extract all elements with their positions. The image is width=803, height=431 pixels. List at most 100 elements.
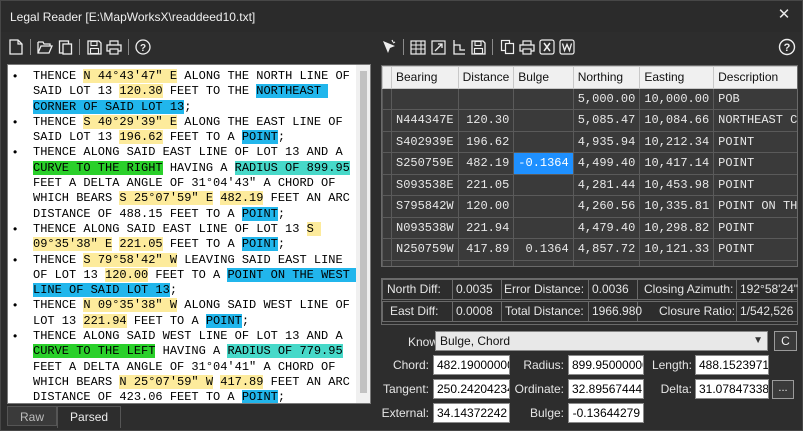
column-header[interactable]: Easting bbox=[639, 66, 715, 89]
help-icon[interactable]: ? bbox=[135, 39, 151, 55]
grid-cell[interactable] bbox=[513, 216, 574, 239]
grid-cell[interactable]: 4,479.40 bbox=[572, 216, 641, 239]
grid-cell[interactable]: 10,453.98 bbox=[639, 173, 715, 196]
grid-cell[interactable]: 4,281.44 bbox=[572, 173, 641, 196]
highlight-dist[interactable]: 221.94 bbox=[83, 313, 127, 328]
highlight-dist[interactable]: 120.30 bbox=[119, 84, 163, 99]
print-icon[interactable] bbox=[106, 39, 122, 55]
scrollbar-thumb[interactable] bbox=[360, 71, 367, 393]
grid-cell[interactable]: POINT OF BEGINN bbox=[713, 259, 797, 266]
grid-cell[interactable]: N402725W bbox=[391, 259, 459, 266]
tab-parsed[interactable]: Parsed bbox=[57, 406, 122, 428]
delta-field[interactable]: 31.07847338 bbox=[695, 379, 769, 399]
c-button[interactable]: C bbox=[774, 331, 797, 351]
column-header[interactable]: Northing bbox=[572, 66, 641, 89]
row-header[interactable] bbox=[382, 152, 392, 175]
grid-row[interactable]: N444347E 120.30 5,085.47 10,084.66 NORTHEAST… bbox=[382, 109, 797, 132]
row-header[interactable] bbox=[382, 238, 392, 261]
grid-cell[interactable]: 10,000.00 bbox=[639, 87, 715, 110]
grid-cell[interactable] bbox=[513, 109, 574, 132]
grid-cell[interactable] bbox=[513, 173, 574, 196]
highlight-place[interactable]: POINT bbox=[241, 206, 278, 221]
grid-cell[interactable]: 186.99 bbox=[457, 259, 515, 266]
highlight-bearing[interactable]: N 09°35'38" W bbox=[83, 298, 178, 313]
grid-row[interactable]: 5,000.00 10,000.00 POB bbox=[382, 87, 797, 110]
highlight-place[interactable]: POINT bbox=[241, 130, 278, 145]
grid-cell[interactable]: 10,417.14 bbox=[639, 152, 715, 175]
grid-row[interactable]: N250759W 417.89 0.1364 4,857.72 10,121.33 POI… bbox=[382, 238, 797, 261]
grid-cell[interactable] bbox=[513, 87, 574, 110]
grid-cell[interactable]: 4,499.40 bbox=[572, 152, 641, 175]
grid-cell[interactable]: POINT bbox=[713, 173, 797, 196]
grid-cell[interactable]: S795842W bbox=[391, 195, 459, 218]
copy-icon[interactable] bbox=[499, 39, 515, 55]
bulge-field[interactable]: -0.13644279 bbox=[568, 403, 644, 423]
row-header[interactable] bbox=[382, 259, 392, 266]
column-header[interactable]: Distance bbox=[457, 66, 515, 89]
grid-cell[interactable]: N250759W bbox=[391, 238, 459, 261]
grid-row[interactable]: N402725W186.99 5,000.0010,000.00POINT OF … bbox=[382, 259, 797, 266]
grid-cell[interactable] bbox=[513, 259, 574, 266]
grid-cell[interactable]: 10,212.34 bbox=[639, 130, 715, 153]
grid-cell[interactable]: 5,085.47 bbox=[572, 109, 641, 132]
external-field[interactable]: 34.14372242 bbox=[433, 403, 510, 423]
grid-cell[interactable] bbox=[391, 87, 459, 110]
grid-cell[interactable]: S402939E bbox=[391, 130, 459, 153]
grid-cell[interactable]: POINT bbox=[713, 216, 797, 239]
highlight-dist[interactable]: 221.05 bbox=[119, 237, 163, 252]
save-icon[interactable] bbox=[470, 39, 486, 55]
grid-cell[interactable]: N093538W bbox=[391, 216, 459, 239]
grid-cell[interactable]: POINT ON THE W bbox=[713, 195, 797, 218]
chord-field[interactable]: 482.19000000 bbox=[433, 355, 510, 375]
highlight-bearing[interactable]: N 25°07'59" W bbox=[119, 374, 214, 389]
ordinate-field[interactable]: 32.89567444 bbox=[568, 379, 644, 399]
grid-cell[interactable]: N444347E bbox=[391, 109, 459, 132]
row-header[interactable] bbox=[382, 130, 392, 153]
highlight-dist[interactable]: 120.00 bbox=[105, 267, 149, 282]
grid-cell[interactable]: 5,000.00 bbox=[572, 87, 641, 110]
grid-cell[interactable]: POINT bbox=[713, 238, 797, 261]
print-icon[interactable] bbox=[519, 39, 535, 55]
highlight-dist[interactable]: 417.89 bbox=[220, 374, 264, 389]
grid-cell[interactable]: 120.30 bbox=[457, 109, 515, 132]
highlight-curve[interactable]: CURVE TO THE RIGHT bbox=[33, 160, 163, 175]
tab-raw[interactable]: Raw bbox=[7, 406, 58, 426]
grid-row[interactable]: S250759E 482.19 -0.1364 4,499.40 10,417.14 PO… bbox=[382, 152, 797, 175]
row-header[interactable] bbox=[382, 87, 392, 110]
grid-cell[interactable]: 4,260.56 bbox=[572, 195, 641, 218]
grid-row[interactable]: N093538W 221.94 4,479.40 10,298.82 POINT bbox=[382, 216, 797, 239]
row-header[interactable] bbox=[382, 109, 392, 132]
grid-cell[interactable]: 221.94 bbox=[457, 216, 515, 239]
traverse-icon[interactable] bbox=[450, 39, 466, 55]
highlight-place[interactable]: POINT bbox=[241, 390, 278, 403]
length-field[interactable]: 488.15239716 bbox=[695, 355, 769, 375]
grid-cell[interactable]: 221.05 bbox=[457, 173, 515, 196]
radius-field[interactable]: 899.95000000 bbox=[568, 355, 644, 375]
new-file-icon[interactable] bbox=[8, 39, 24, 55]
highlight-dist[interactable]: 482.19 bbox=[220, 191, 264, 206]
grid-cell[interactable]: 482.19 bbox=[457, 152, 515, 175]
grid-cell[interactable]: -0.1364 bbox=[513, 152, 574, 175]
highlight-place[interactable]: POINT bbox=[241, 237, 278, 252]
row-header[interactable] bbox=[382, 195, 392, 218]
grid-cell[interactable]: POB bbox=[713, 87, 797, 110]
highlight-bearing[interactable]: S 40°29'39" E bbox=[83, 114, 178, 129]
highlight-dist[interactable]: 196.62 bbox=[119, 130, 163, 145]
column-header[interactable]: Bulge bbox=[513, 66, 574, 89]
column-header[interactable]: Bearing bbox=[391, 66, 459, 89]
grid-cell[interactable]: 10,084.66 bbox=[639, 109, 715, 132]
grid-cell[interactable]: POINT bbox=[713, 130, 797, 153]
pointer-icon[interactable] bbox=[381, 39, 397, 55]
excel-export-icon[interactable] bbox=[539, 39, 555, 55]
grid-cell[interactable] bbox=[513, 130, 574, 153]
close-icon[interactable]: ✕ bbox=[775, 6, 793, 24]
help-icon[interactable]: ? bbox=[778, 38, 796, 56]
highlight-curve[interactable]: CURVE TO THE LEFT bbox=[33, 344, 156, 359]
row-header[interactable] bbox=[382, 173, 392, 196]
grid-cell[interactable]: 4,935.94 bbox=[572, 130, 641, 153]
grid-cell[interactable] bbox=[513, 195, 574, 218]
grid-cell[interactable]: S250759E bbox=[391, 152, 459, 175]
grid-row[interactable]: S402939E 196.62 4,935.94 10,212.34 POINT bbox=[382, 130, 797, 153]
known-select[interactable]: Bulge, Chord ▼ bbox=[435, 331, 768, 351]
grid-row[interactable]: S795842W 120.00 4,260.56 10,335.81 POINT ON … bbox=[382, 195, 797, 218]
